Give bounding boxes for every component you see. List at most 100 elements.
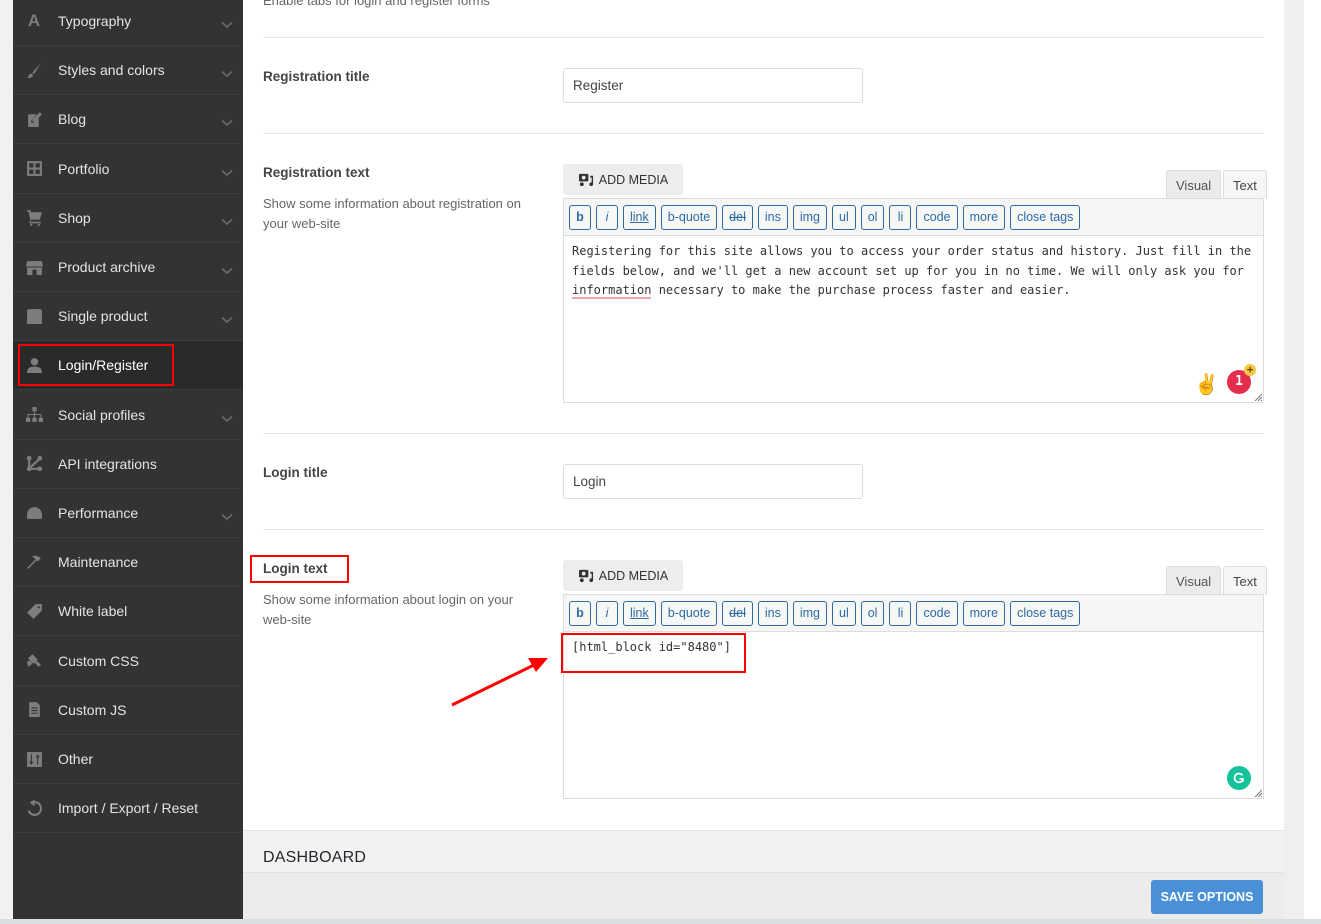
quicktag-img-button[interactable]: img bbox=[792, 600, 827, 626]
sidebar-item-maintenance[interactable]: Maintenance bbox=[13, 538, 243, 588]
tab-text[interactable]: Text bbox=[1223, 170, 1267, 199]
bottom-edge bbox=[0, 919, 1321, 924]
sidebar-item-custom-js[interactable]: Custom JS bbox=[13, 686, 243, 735]
quicktag-b-button[interactable]: b bbox=[569, 600, 591, 626]
sidebar-item-label: Shop bbox=[58, 209, 91, 226]
chevron-down-icon[interactable] bbox=[221, 164, 233, 176]
tab-visual[interactable]: Visual bbox=[1166, 170, 1222, 199]
sidebar-item-api-integrations[interactable]: API integrations bbox=[13, 440, 243, 489]
quicktag-ul-button[interactable]: ul bbox=[832, 204, 856, 230]
grammarly-icon[interactable] bbox=[1227, 766, 1251, 790]
peace-emoji-icon[interactable]: ✌️ bbox=[1194, 374, 1219, 395]
quicktag-del-button[interactable]: del bbox=[722, 600, 753, 626]
dashboard-section-header: DASHBOARD bbox=[243, 830, 1284, 873]
quicktag-ol-button[interactable]: ol bbox=[860, 600, 885, 626]
grid-icon bbox=[25, 160, 43, 178]
quicktag-i-button[interactable]: i bbox=[596, 600, 618, 626]
store-icon bbox=[25, 258, 43, 276]
sidebar-item-label: Import / Export / Reset bbox=[58, 800, 199, 817]
quicktag-link-button[interactable]: link bbox=[623, 600, 656, 626]
quicktag-ol-button[interactable]: ol bbox=[860, 204, 885, 230]
sidebar-item-import-export-reset[interactable]: Import / Export / Reset bbox=[13, 784, 243, 834]
sidebar-item-label: Login/Register bbox=[58, 357, 149, 374]
sidebar-item-styles-and-colors[interactable]: Styles and colors bbox=[13, 46, 243, 96]
quicktag-ins-button[interactable]: ins bbox=[757, 600, 788, 626]
add-media-button[interactable]: ADD MEDIA bbox=[563, 560, 683, 591]
quicktag-more-button[interactable]: more bbox=[962, 204, 1006, 230]
login-text-label: Login text bbox=[263, 561, 328, 576]
editor-text: Registering for this site allows you to … bbox=[572, 244, 1259, 278]
sidebar-item-label: Blog bbox=[58, 111, 87, 128]
sidebar-item-social-profiles[interactable]: Social profiles bbox=[13, 391, 243, 440]
quicktag-b-quote-button[interactable]: b-quote bbox=[660, 600, 718, 626]
sidebar-item-portfolio[interactable]: Portfolio bbox=[13, 145, 243, 194]
sidebar-item-custom-css[interactable]: Custom CSS bbox=[13, 637, 243, 686]
edit-icon bbox=[25, 110, 43, 128]
divider bbox=[263, 433, 1264, 434]
login-title-input[interactable] bbox=[563, 464, 863, 499]
misspelled-word[interactable]: information bbox=[572, 283, 652, 299]
add-media-label: ADD MEDIA bbox=[598, 568, 669, 583]
sidebar-item-label: Portfolio bbox=[58, 160, 110, 177]
quicktag-more-button[interactable]: more bbox=[962, 600, 1006, 626]
quicktag-ins-button[interactable]: ins bbox=[757, 204, 788, 230]
editor-text: [html_block id="8480"] bbox=[572, 640, 731, 654]
divider bbox=[263, 37, 1264, 38]
theme-options-page: A Typography Styles and colors Blog Portfoli… bbox=[0, 0, 1321, 924]
sidebar-item-other[interactable]: Other bbox=[13, 735, 243, 784]
sidebar-item-label: Typography bbox=[58, 13, 132, 29]
sidebar-item-login-register[interactable]: Login/Register bbox=[13, 341, 243, 391]
quicktag-li-button[interactable]: li bbox=[889, 600, 912, 626]
quicktag-i-button[interactable]: i bbox=[596, 204, 618, 230]
quicktag-li-button[interactable]: li bbox=[889, 204, 912, 230]
tab-text[interactable]: Text bbox=[1223, 566, 1267, 595]
quicktag-close-tags-button[interactable]: close tags bbox=[1010, 204, 1081, 230]
tab-visual[interactable]: Visual bbox=[1166, 566, 1222, 595]
registration-text-description: Show some information about registration… bbox=[263, 196, 521, 231]
chevron-down-icon[interactable] bbox=[221, 311, 233, 324]
chevron-down-icon[interactable] bbox=[221, 213, 233, 225]
add-media-button[interactable]: ADD MEDIA bbox=[563, 164, 683, 195]
chevron-down-icon[interactable] bbox=[221, 16, 233, 29]
document-icon bbox=[25, 701, 43, 719]
chevron-down-icon[interactable] bbox=[221, 262, 233, 275]
sidebar-item-product-archive[interactable]: Product archive bbox=[13, 243, 243, 292]
chevron-down-icon[interactable] bbox=[221, 65, 233, 78]
login-title-label: Login title bbox=[263, 465, 328, 480]
quicktag-close-tags-button[interactable]: close tags bbox=[1010, 600, 1081, 626]
notification-badge[interactable]: 1 + bbox=[1227, 364, 1256, 394]
sidebar-item-single-product[interactable]: Single product bbox=[13, 292, 243, 342]
registration-text-label: Registration text bbox=[263, 165, 370, 180]
divider bbox=[263, 133, 1264, 134]
sidebar-item-shop[interactable]: Shop bbox=[13, 194, 243, 243]
registration-text-textarea[interactable]: Registering for this site allows you to … bbox=[564, 236, 1263, 402]
sidebar-item-typography[interactable]: A Typography bbox=[13, 0, 243, 46]
divider bbox=[263, 529, 1264, 530]
resize-handle-icon[interactable] bbox=[1254, 393, 1262, 401]
quicktag-code-button[interactable]: code bbox=[916, 204, 958, 230]
sidebar-item-blog[interactable]: Blog bbox=[13, 95, 243, 145]
quicktag-b-quote-button[interactable]: b-quote bbox=[660, 204, 718, 230]
quicktag-img-button[interactable]: img bbox=[792, 204, 827, 230]
bag-icon bbox=[25, 307, 43, 325]
chevron-down-icon[interactable] bbox=[221, 410, 233, 422]
sidebar-item-label: Product archive bbox=[58, 259, 156, 275]
sidebar-item-performance[interactable]: Performance bbox=[13, 489, 243, 538]
sidebar-item-label: Styles and colors bbox=[58, 62, 165, 79]
registration-title-label: Registration title bbox=[263, 69, 370, 84]
user-icon bbox=[25, 356, 43, 374]
registration-title-input[interactable] bbox=[563, 68, 863, 103]
sidebar-item-label: API integrations bbox=[58, 455, 157, 472]
resize-handle-icon[interactable] bbox=[1254, 789, 1262, 797]
save-options-button[interactable]: SAVE OPTIONS bbox=[1151, 880, 1263, 914]
quicktag-code-button[interactable]: code bbox=[916, 600, 958, 626]
quicktag-link-button[interactable]: link bbox=[623, 204, 656, 230]
quicktag-ul-button[interactable]: ul bbox=[832, 600, 856, 626]
chevron-down-icon[interactable] bbox=[221, 508, 233, 521]
chevron-down-icon[interactable] bbox=[221, 114, 233, 127]
sidebar-item-white-label[interactable]: White label bbox=[13, 587, 243, 637]
quicktag-b-button[interactable]: b bbox=[569, 204, 591, 230]
quicktag-del-button[interactable]: del bbox=[722, 204, 753, 230]
login-text-textarea[interactable]: [html_block id="8480"] bbox=[564, 632, 1263, 798]
sidebar-item-label: Custom JS bbox=[58, 701, 127, 718]
